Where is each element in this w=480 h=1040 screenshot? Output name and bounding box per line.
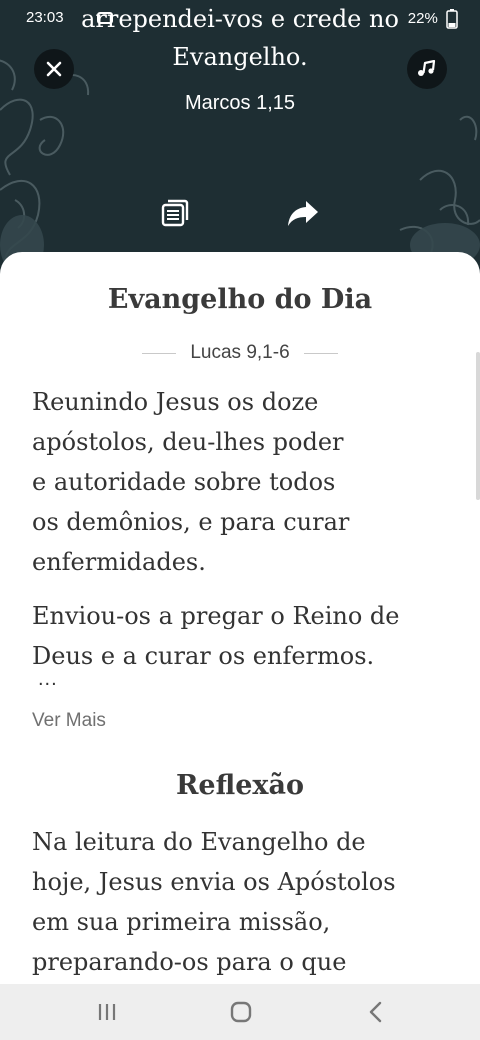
divider-left (142, 352, 177, 354)
verse-text-line2: Evangelho. (172, 43, 308, 71)
reflection-text-line: preparando-os para o que (32, 948, 347, 976)
scrollbar[interactable] (476, 352, 480, 500)
share-icon[interactable] (286, 196, 320, 230)
navigation-bar (0, 984, 480, 1040)
verse-reference: Marcos 1,15 (184, 92, 296, 114)
gospel-text-line: Enviou-os a pregar o Reino de (32, 602, 400, 630)
gospel-text-line: Deus e a curar os enfermos. (32, 642, 375, 670)
back-icon[interactable] (362, 998, 390, 1026)
home-icon[interactable] (227, 998, 255, 1026)
gospel-paragraph-2: Enviou-os a pregar o Reino de Deus e a c… (32, 596, 452, 676)
gospel-text-line: e autoridade sobre todos (32, 468, 336, 496)
gospel-text-line: Reunindo Jesus os doze (32, 388, 319, 416)
close-button[interactable] (34, 49, 74, 89)
reflection-title: Reflexão (175, 770, 305, 801)
gospel-reference-row: Lucas 9,1-6 (0, 340, 480, 366)
reflection-text-line: hoje, Jesus envia os Apóstolos (32, 868, 396, 896)
header: 23:03 22% arrependei-vos e crede no Evan… (0, 0, 480, 290)
gospel-reference: Lucas 9,1-6 (190, 342, 290, 363)
gospel-text-line: apóstolos, deu-lhes poder (32, 428, 344, 456)
reflection-text-line: em sua primeira missão, (32, 908, 331, 936)
gospel-text-line: os demônios, e para curar (32, 508, 350, 536)
gospel-paragraph-1: Reunindo Jesus os doze apóstolos, deu-lh… (32, 382, 452, 582)
battery-icon (446, 9, 458, 29)
gospel-title: Evangelho do Dia (107, 284, 373, 315)
audio-button[interactable] (407, 49, 447, 89)
status-time: 23:03 (26, 9, 64, 26)
see-more-link[interactable]: Ver Mais (32, 710, 106, 732)
gospel-text-line: enfermidades. (32, 548, 206, 576)
ellipsis: ... (38, 668, 58, 690)
close-icon (46, 61, 62, 77)
recent-apps-icon[interactable] (93, 998, 121, 1026)
reflection-paragraph: Na leitura do Evangelho de hoje, Jesus e… (32, 822, 452, 982)
reflection-text-line: Na leitura do Evangelho de (32, 828, 366, 856)
copy-icon[interactable] (158, 196, 192, 230)
audio-icon (418, 60, 436, 76)
divider-right (303, 352, 338, 354)
verse-text-line1: arrependei-vos e crede no (81, 5, 399, 33)
